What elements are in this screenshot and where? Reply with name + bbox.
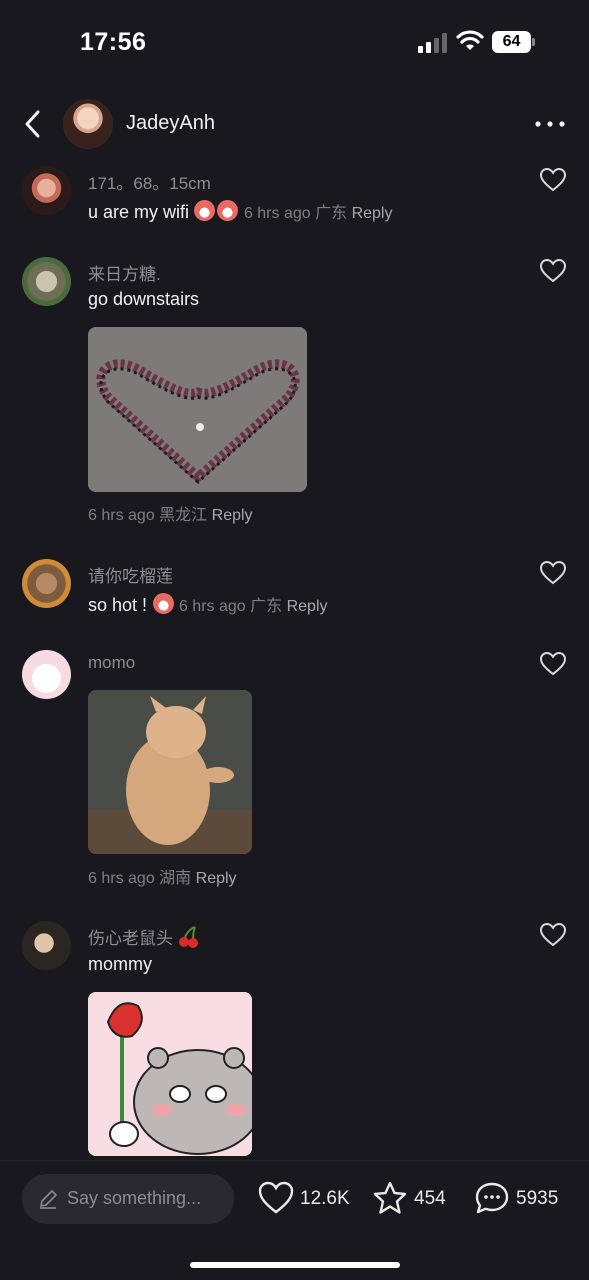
like-count: 12.6K bbox=[300, 1188, 350, 1209]
emoji-icon bbox=[194, 200, 216, 221]
wifi-icon bbox=[456, 30, 484, 50]
comment-count: 5935 bbox=[516, 1188, 559, 1209]
comment-text: so hot ! bbox=[88, 595, 148, 615]
heart-icon bbox=[258, 1181, 294, 1214]
comment-image[interactable] bbox=[88, 992, 252, 1156]
comment-image[interactable] bbox=[88, 327, 307, 492]
comment-time: 6 hrs ago bbox=[88, 507, 155, 524]
comment-username[interactable]: 请你吃榴莲 bbox=[88, 562, 173, 587]
avatar[interactable] bbox=[22, 166, 71, 215]
comment-item: 伤心老鼠头 mommy bbox=[0, 921, 589, 1161]
heart-icon[interactable] bbox=[540, 168, 566, 192]
avatar[interactable] bbox=[22, 921, 71, 970]
comment-image[interactable] bbox=[88, 690, 252, 854]
heart-icon[interactable] bbox=[540, 652, 566, 676]
comment-username[interactable]: 171。68。15cm bbox=[88, 169, 211, 194]
comment-item: 请你吃榴莲 so hot ! 6 hrs ago 广东 Reply bbox=[0, 559, 589, 629]
avatar[interactable] bbox=[22, 559, 71, 608]
comment-time: 6 hrs ago bbox=[88, 870, 155, 887]
avatar[interactable] bbox=[22, 650, 71, 699]
home-indicator bbox=[190, 1262, 400, 1268]
heart-formation-photo bbox=[88, 327, 307, 492]
comment-time: 6 hrs ago bbox=[243, 205, 311, 222]
comment-username[interactable]: 来日方糖. bbox=[88, 260, 161, 285]
reply-button[interactable]: Reply bbox=[352, 205, 393, 222]
cherry-icon bbox=[179, 926, 199, 948]
status-bar: 17:56 64 bbox=[0, 0, 589, 86]
author-name[interactable]: JadeyAnh bbox=[126, 112, 215, 135]
comment-bubble-icon bbox=[475, 1182, 509, 1214]
author-avatar[interactable] bbox=[63, 99, 113, 149]
signal-icon bbox=[418, 33, 447, 53]
comment-item: momo 6 hrs ago 湖南 Reply bbox=[0, 650, 589, 890]
favorite-button[interactable]: 454 bbox=[372, 1181, 462, 1217]
comment-username[interactable]: 伤心老鼠头 bbox=[88, 929, 173, 948]
cat-photo bbox=[88, 690, 252, 854]
star-icon bbox=[373, 1181, 407, 1214]
favorite-count: 454 bbox=[414, 1188, 446, 1209]
pencil-icon bbox=[40, 1190, 57, 1209]
comment-location: 黑龙江 bbox=[159, 507, 208, 524]
reply-button[interactable]: Reply bbox=[212, 507, 253, 524]
avatar[interactable] bbox=[22, 257, 71, 306]
battery-level: 64 bbox=[502, 33, 521, 50]
comment-location: 广东 bbox=[315, 205, 348, 222]
reply-button[interactable]: Reply bbox=[287, 598, 328, 615]
comment-text: go downstairs bbox=[88, 289, 200, 309]
rose-sticker-image bbox=[88, 992, 252, 1156]
heart-icon[interactable] bbox=[540, 923, 566, 947]
back-icon[interactable] bbox=[22, 109, 44, 139]
status-time: 17:56 bbox=[80, 28, 147, 56]
nav-bar: JadeyAnh bbox=[0, 95, 589, 153]
emoji-icon bbox=[217, 200, 239, 221]
comment-input[interactable]: Say something... bbox=[22, 1174, 234, 1224]
like-button[interactable]: 12.6K bbox=[258, 1181, 358, 1217]
heart-icon[interactable] bbox=[540, 259, 566, 283]
comment-location: 广东 bbox=[250, 598, 283, 615]
comment-username[interactable]: momo bbox=[88, 653, 135, 673]
comment-button[interactable]: 5935 bbox=[474, 1181, 574, 1217]
comment-text: u are my wifi bbox=[88, 202, 190, 222]
comment-time: 6 hrs ago bbox=[178, 598, 246, 615]
comment-text: mommy bbox=[88, 954, 152, 974]
emoji-icon bbox=[152, 593, 174, 614]
comment-location: 湖南 bbox=[159, 870, 192, 887]
more-icon[interactable] bbox=[535, 121, 565, 127]
comment-item: 171。68。15cm u are my wifi 6 hrs ago 广东 R… bbox=[0, 166, 589, 236]
comment-placeholder: Say something... bbox=[67, 1188, 202, 1208]
heart-icon[interactable] bbox=[540, 561, 566, 585]
reply-button[interactable]: Reply bbox=[196, 870, 237, 887]
battery-icon: 64 bbox=[492, 31, 536, 53]
comment-item: 来日方糖. go downstairs 6 hrs ago 黑龙江 Reply bbox=[0, 257, 589, 527]
